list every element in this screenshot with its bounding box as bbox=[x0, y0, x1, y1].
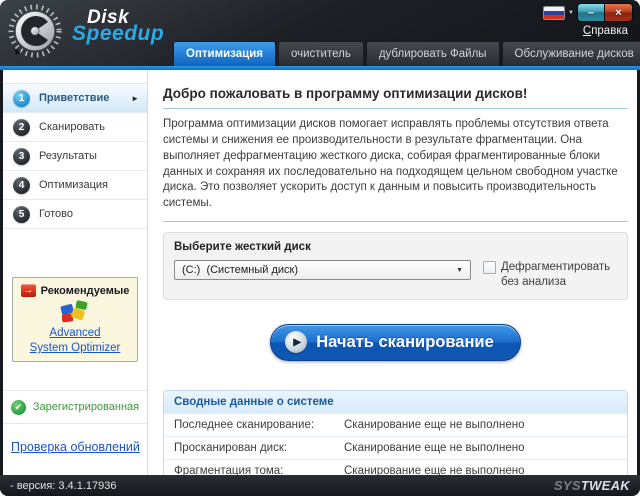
check-updates-link[interactable]: Проверка обновлений bbox=[11, 440, 140, 454]
divider bbox=[163, 108, 628, 109]
advanced-system-optimizer-icon bbox=[58, 298, 92, 326]
step-number-badge: 3 bbox=[13, 148, 30, 165]
close-icon: × bbox=[615, 7, 621, 19]
recommended-arrow-icon: → bbox=[21, 284, 36, 297]
system-summary-panel: Сводные данные о системе Последнее скани… bbox=[163, 390, 628, 475]
tab-duplicate-files[interactable]: дублировать Файлы bbox=[366, 41, 500, 66]
sidebar-step-welcome[interactable]: 1 Приветствие ► bbox=[3, 84, 147, 113]
disk-select-label: Выберите жесткий диск bbox=[174, 241, 617, 253]
step-number-badge: 5 bbox=[13, 206, 30, 223]
sidebar-step-optimization[interactable]: 4 Оптимизация bbox=[3, 171, 147, 200]
minimize-icon: – bbox=[588, 7, 594, 19]
registered-label: Зарегистрированная bbox=[33, 401, 139, 413]
language-selector[interactable]: ▼ bbox=[543, 6, 574, 20]
disk-select-group: Выберите жесткий диск (C:) (Системный ди… bbox=[163, 232, 628, 300]
sidebar-step-results[interactable]: 3 Результаты bbox=[3, 142, 147, 171]
play-icon: ▶ bbox=[285, 331, 307, 353]
tab-optimization[interactable]: Оптимизация bbox=[173, 41, 276, 66]
divider bbox=[163, 221, 628, 222]
tab-bar: Оптимизация очиститель дублировать Файлы… bbox=[173, 41, 640, 66]
disk-select-dropdown[interactable]: (C:) (Системный диск) ▼ bbox=[174, 260, 471, 280]
close-button[interactable]: × bbox=[605, 4, 632, 21]
app-window: Disk Speedup ▼ – × Справка Оптимизация о… bbox=[0, 0, 640, 496]
language-flag-icon bbox=[543, 6, 565, 20]
defrag-without-analysis-option: Дефрагментировать без анализа bbox=[483, 260, 617, 290]
advanced-system-optimizer-link[interactable]: AdvancedSystem Optimizer bbox=[13, 326, 137, 356]
tab-disk-maintenance[interactable]: Обслуживание дисков bbox=[502, 41, 640, 66]
license-status: ✔ Зарегистрированная bbox=[3, 390, 147, 424]
systweak-logo: SYSTWEAK bbox=[554, 478, 630, 493]
summary-row: Просканирован диск: Сканирование еще не … bbox=[164, 436, 627, 459]
registered-check-icon: ✔ bbox=[11, 400, 26, 415]
window-controls: – × bbox=[577, 3, 633, 22]
titlebar: Disk Speedup ▼ – × Справка Оптимизация о… bbox=[0, 0, 640, 66]
app-logo: Disk Speedup bbox=[72, 7, 164, 46]
step-number-badge: 1 bbox=[13, 90, 30, 107]
disk-speedup-logo-icon bbox=[7, 3, 65, 59]
status-bar: - версия: 3.4.1.17936 SYSTWEAK bbox=[0, 475, 640, 496]
minimize-button[interactable]: – bbox=[578, 4, 605, 21]
defrag-checkbox[interactable] bbox=[483, 261, 496, 274]
summary-row: Фрагментация тома: Сканирование еще не в… bbox=[164, 459, 627, 475]
tab-cleaner[interactable]: очиститель bbox=[278, 41, 364, 66]
flag-caret-icon: ▼ bbox=[568, 10, 574, 16]
defrag-checkbox-label: Дефрагментировать без анализа bbox=[501, 260, 617, 290]
summary-row: Последнее сканирование: Сканирование еще… bbox=[164, 413, 627, 436]
main-content: Добро пожаловать в программу оптимизации… bbox=[148, 70, 637, 475]
dropdown-arrow-icon: ▼ bbox=[456, 267, 463, 274]
help-link[interactable]: Справка bbox=[583, 25, 628, 37]
sidebar-step-done[interactable]: 5 Готово bbox=[3, 200, 147, 229]
step-number-badge: 4 bbox=[13, 177, 30, 194]
sidebar-step-scan[interactable]: 2 Сканировать bbox=[3, 113, 147, 142]
sidebar: 1 Приветствие ► 2 Сканировать 3 Результа… bbox=[3, 70, 148, 475]
intro-text: Программа оптимизации дисков помогает ис… bbox=[163, 117, 628, 212]
logo-title-speedup: Speedup bbox=[72, 22, 164, 46]
start-scan-button[interactable]: ▶ Начать сканирование bbox=[270, 324, 521, 361]
step-arrow-icon: ► bbox=[131, 94, 139, 103]
page-title: Добро пожаловать в программу оптимизации… bbox=[163, 86, 628, 101]
wizard-steps: 1 Приветствие ► 2 Сканировать 3 Результа… bbox=[3, 83, 147, 229]
version-label: - версия: 3.4.1.17936 bbox=[10, 480, 117, 492]
summary-title: Сводные данные о системе bbox=[164, 391, 627, 413]
step-number-badge: 2 bbox=[13, 119, 30, 136]
recommended-promo-box: → Рекомендуемые AdvancedSystem Optimizer bbox=[12, 277, 138, 362]
recommended-title: Рекомендуемые bbox=[41, 285, 130, 297]
